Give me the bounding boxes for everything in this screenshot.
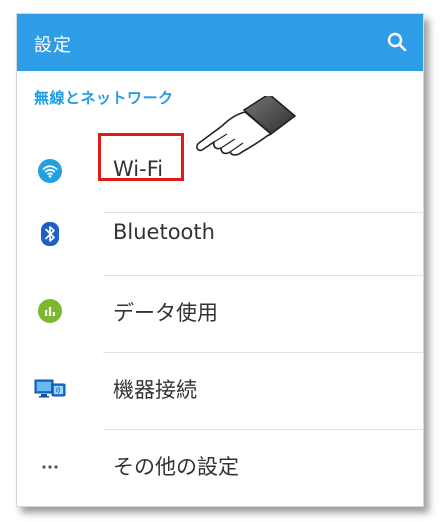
settings-item-more[interactable]: その他の設定 (17, 430, 423, 506)
search-icon (387, 32, 407, 52)
settings-item-bluetooth[interactable]: Bluetooth (17, 199, 423, 276)
pointing-hand-icon (196, 96, 297, 156)
page-title: 設定 (34, 35, 72, 56)
settings-item-label: 機器接続 (113, 378, 197, 402)
wifi-icon (37, 158, 63, 184)
highlight-box (98, 133, 184, 181)
app-bar: 設定 (17, 14, 423, 71)
settings-item-label: その他の設定 (113, 455, 239, 479)
section-header-wireless-network: 無線とネットワーク (34, 89, 174, 107)
search-button[interactable] (385, 30, 409, 54)
settings-item-device-connection[interactable]: 機器接続 (17, 353, 423, 430)
settings-screen: 設定 無線とネットワーク Wi-Fi Bluetooth データ使用 機器接続 … (16, 13, 424, 507)
device-connection-icon (34, 375, 66, 401)
settings-item-data-usage[interactable]: データ使用 (17, 276, 423, 353)
settings-item-label: データ使用 (113, 301, 218, 325)
bluetooth-icon (37, 221, 63, 247)
more-icon (37, 452, 63, 478)
settings-item-label: Bluetooth (113, 220, 215, 244)
data-usage-icon (37, 298, 63, 324)
